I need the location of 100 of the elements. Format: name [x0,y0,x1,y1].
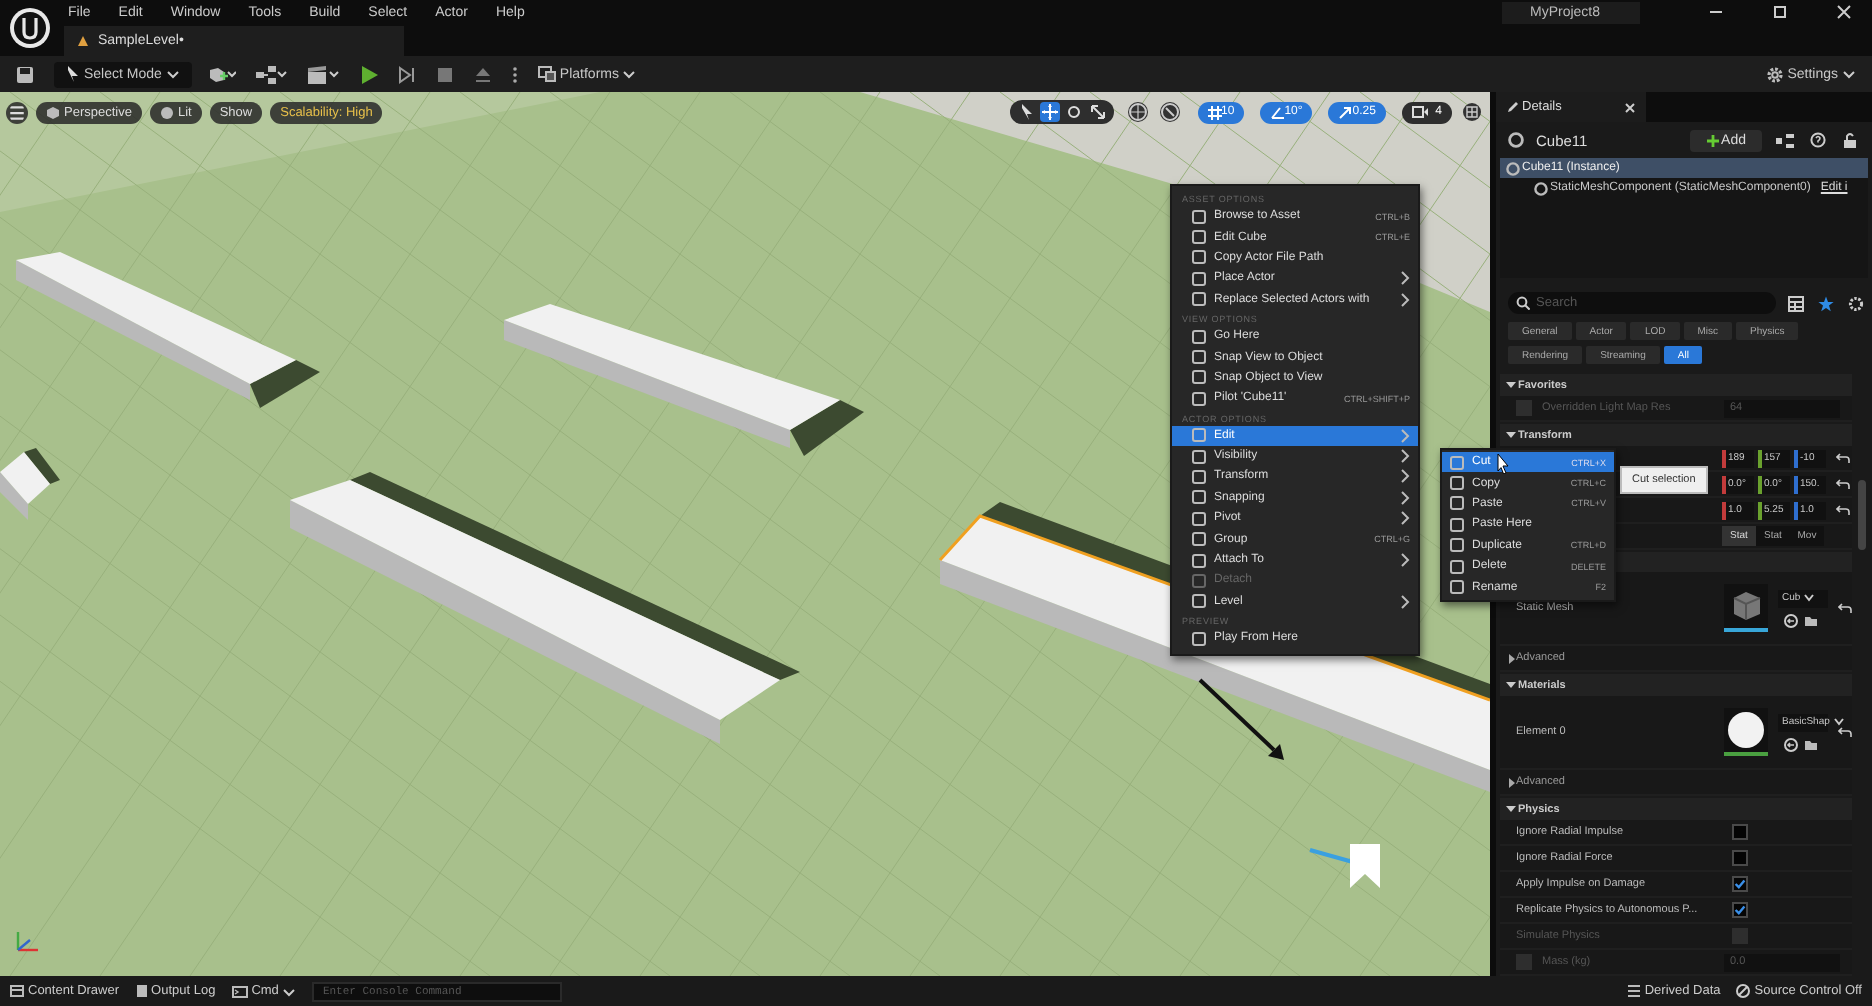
axis-gizmo-icon [12,928,40,956]
blueprint-icon[interactable] [1776,133,1794,147]
play-icon[interactable] [359,65,378,83]
square-icon [1192,449,1206,464]
square-icon [1192,532,1206,547]
eject-icon[interactable] [473,65,492,83]
step-icon[interactable] [397,65,416,83]
settings-icon [1765,65,1784,83]
checkbox[interactable] [1732,876,1748,892]
beam-drawing [0,448,60,520]
platforms-icon [537,66,556,82]
layout-icon[interactable] [1462,102,1482,122]
drawer-icon [10,984,24,998]
stop-icon[interactable] [435,65,454,83]
rotate-arrows-icon[interactable] [1063,102,1084,122]
square-icon [1192,350,1206,365]
square-icon [1192,209,1206,224]
square-icon [1192,553,1206,568]
chevron-right-icon [1400,593,1410,610]
caret-icon [282,985,297,997]
terminal-icon [231,985,248,997]
globe-icon[interactable] [1127,102,1148,122]
square-icon [1192,573,1206,588]
reset-arrow-icon[interactable] [1836,478,1850,490]
more-options-icon[interactable] [511,65,518,83]
square-icon [1192,250,1206,265]
caret-down-icon [1506,804,1516,814]
save-icon[interactable] [16,65,34,83]
lock-icon[interactable] [1842,132,1858,148]
caret-icon [165,68,180,80]
grid-icon [1207,105,1222,119]
prohibited-icon [1736,984,1751,998]
square-icon [1192,329,1206,344]
close-icon[interactable] [1624,101,1636,113]
browse-arrow-icon[interactable] [1784,737,1798,751]
add-actor-icon[interactable] [207,65,236,83]
square-icon [1450,538,1464,553]
star-icon[interactable] [1818,295,1834,311]
help-icon[interactable] [1810,132,1826,148]
surface-snap-icon[interactable] [1159,102,1180,122]
browse-arrow-icon[interactable] [1784,613,1798,627]
bookmark-icon [1350,844,1380,888]
square-icon [1192,490,1206,505]
square-icon [1450,559,1464,574]
square-icon [1450,580,1464,595]
gizmo-arrow-drawing [1198,678,1284,760]
scale-arrows-icon[interactable] [1087,102,1108,122]
sphere-icon [159,105,174,119]
square-icon [1192,370,1206,385]
square-icon [1192,469,1206,484]
close-icon[interactable] [1836,4,1852,20]
square-icon [1192,594,1206,609]
caret-icon [1804,594,1815,602]
move-arrows-icon[interactable] [1039,102,1060,122]
chevron-right-icon [1400,552,1410,569]
checkbox[interactable] [1732,902,1748,918]
diagonal-arrow-icon [1338,105,1353,119]
cursor-icon [66,66,80,82]
table-icon[interactable] [1788,295,1804,311]
square-icon [1192,271,1206,286]
level-icon [76,34,90,48]
checkbox[interactable] [1732,850,1748,866]
square-icon [1450,455,1464,470]
scrollbar[interactable] [1858,480,1866,550]
folder-icon[interactable] [1804,737,1818,751]
camera-icon [1411,106,1428,118]
search-icon [1516,296,1530,310]
engine-logo-icon [8,6,52,50]
square-icon [1450,517,1464,532]
reset-arrow-icon[interactable] [1836,452,1850,464]
reset-arrow-icon[interactable] [1838,726,1852,738]
square-icon [1192,292,1206,307]
caret-right-icon [1508,777,1516,787]
square-icon [1450,476,1464,491]
transform-tools[interactable] [1009,100,1114,124]
checkbox[interactable] [1732,824,1748,840]
caret-icon [1833,718,1844,726]
square-icon [1192,428,1206,443]
maximize-icon[interactable] [1772,4,1788,20]
caret-right-icon [1508,653,1516,663]
square-icon [1192,631,1206,646]
folder-icon[interactable] [1804,613,1818,627]
actor-icon [1508,132,1524,148]
caret-icon [1842,68,1856,80]
clapperboard-icon[interactable] [307,65,340,83]
square-icon [1192,230,1206,245]
mouse-cursor-icon [1496,454,1510,474]
settings-icon[interactable] [1848,295,1864,311]
caret-icon [622,68,637,80]
reset-arrow-icon[interactable] [1836,504,1850,516]
caret-down-icon [1506,380,1516,390]
list-icon [1628,984,1641,998]
caret-down-icon [1506,430,1516,440]
angle-icon [1270,105,1285,119]
reset-arrow-icon[interactable] [1838,602,1852,614]
caret-down-icon [1506,680,1516,690]
square-icon [1192,391,1206,406]
blueprint-nodes-icon[interactable] [255,65,288,83]
pencil-icon [1506,100,1520,114]
square-icon [1192,511,1206,526]
